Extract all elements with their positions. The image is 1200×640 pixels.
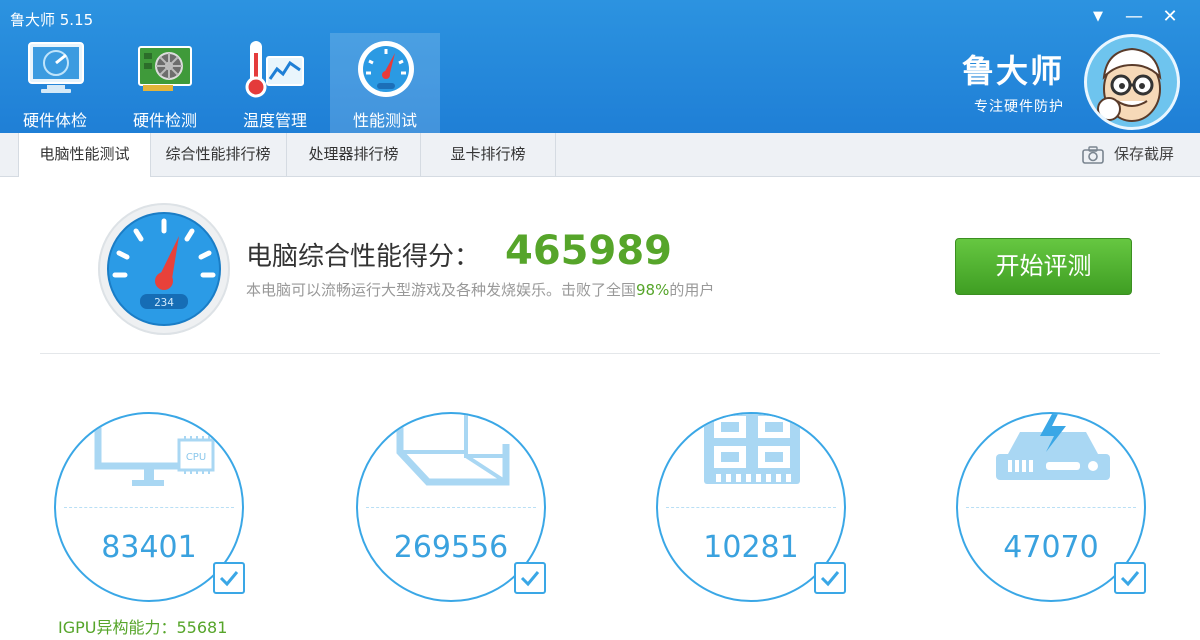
brand-block: 鲁大师 专注硬件防护 — [962, 46, 1064, 116]
nav-item-label: 温度管理 — [242, 111, 307, 130]
camera-icon — [1082, 145, 1104, 164]
igpu-score: IGPU异构能力：55681 — [58, 618, 228, 637]
score-label: 电脑综合性能得分： — [246, 242, 481, 272]
memory-chip-icon — [704, 414, 800, 484]
disk-checkbox[interactable] — [1114, 562, 1146, 594]
circle-divider — [64, 507, 234, 508]
score-desc-suffix: 的用户 — [669, 281, 715, 299]
gauge-readout: 234 — [154, 296, 174, 309]
graphics-card-icon — [138, 46, 192, 91]
tab-pc-performance-test[interactable]: 电脑性能测试 — [18, 133, 151, 177]
nav-item-performance-test[interactable]: 性能测试 — [330, 33, 440, 133]
save-screenshot-button[interactable]: 保存截屏 — [1082, 133, 1174, 176]
score-value: 465989 — [505, 228, 672, 274]
title-bar: 鲁大师 5.15 ▼ — ✕ 硬件体检 硬件检测 温度管理 性能测试 鲁大师 专… — [0, 0, 1200, 133]
tab-overall-ranking[interactable]: 综合性能排行榜 — [150, 133, 287, 176]
cpu-score: 83401 — [101, 530, 197, 565]
checkmark-icon — [219, 571, 239, 587]
checkmark-icon — [520, 571, 540, 587]
score-description: 本电脑可以流畅运行大型游戏及各种发烧娱乐。击败了全国98%的用户 — [246, 279, 714, 300]
save-screenshot-label: 保存截屏 — [1113, 145, 1174, 163]
memory-score: 10281 — [703, 530, 799, 565]
circle-divider — [366, 507, 536, 508]
gauge-icon: 234 — [107, 212, 221, 326]
mascot-avatar[interactable] — [1084, 34, 1180, 130]
nav-item-label: 硬件体检 — [22, 111, 87, 130]
speedometer-icon — [358, 41, 414, 97]
performance-gauge: 234 — [98, 203, 230, 335]
start-benchmark-button[interactable]: 开始评测 — [955, 238, 1132, 295]
minimize-button[interactable]: — — [1122, 6, 1146, 28]
nav-item-hardware-check[interactable]: 硬件体检 — [0, 33, 110, 133]
gpu-cube-icon — [396, 414, 510, 486]
nav-item-label: 性能测试 — [352, 111, 417, 130]
cpu-monitor-icon: CPU — [94, 414, 215, 486]
gpu-checkbox[interactable] — [514, 562, 546, 594]
circle-divider — [966, 507, 1136, 508]
thermometer-icon — [245, 41, 304, 98]
brand-name: 鲁大师 — [961, 52, 1064, 90]
nav-item-label: 硬件检测 — [132, 111, 197, 130]
cpu-chip-label: CPU — [186, 452, 206, 463]
tab-cpu-ranking[interactable]: 处理器排行榜 — [287, 133, 421, 176]
mascot-icon — [1097, 47, 1162, 122]
checkmark-icon — [820, 571, 840, 587]
circle-divider — [666, 507, 836, 508]
gpu-score: 269556 — [393, 530, 509, 565]
main-nav: 硬件体检 硬件检测 温度管理 性能测试 — [0, 33, 440, 133]
disk-drive-icon — [996, 414, 1110, 480]
menu-dropdown-button[interactable]: ▼ — [1086, 6, 1110, 28]
monitor-check-icon — [28, 42, 84, 93]
close-button[interactable]: ✕ — [1158, 6, 1182, 28]
tab-bar: 电脑性能测试 综合性能排行榜 处理器排行榜 显卡排行榜 保存截屏 — [0, 133, 1200, 177]
score-desc-percent: 98% — [636, 281, 670, 299]
memory-checkbox[interactable] — [814, 562, 846, 594]
nav-item-hardware-detect[interactable]: 硬件检测 — [110, 33, 220, 133]
tab-gpu-ranking[interactable]: 显卡排行榜 — [421, 133, 556, 176]
nav-item-temperature[interactable]: 温度管理 — [220, 33, 330, 133]
brand-slogan: 专注硬件防护 — [974, 99, 1064, 115]
cpu-checkbox[interactable] — [213, 562, 245, 594]
app-title: 鲁大师 5.15 — [10, 11, 94, 29]
score-desc-prefix: 本电脑可以流畅运行大型游戏及各种发烧娱乐。击败了全国 — [246, 281, 637, 299]
checkmark-icon — [1120, 571, 1140, 587]
divider — [40, 353, 1160, 354]
disk-score: 47070 — [1003, 530, 1099, 565]
